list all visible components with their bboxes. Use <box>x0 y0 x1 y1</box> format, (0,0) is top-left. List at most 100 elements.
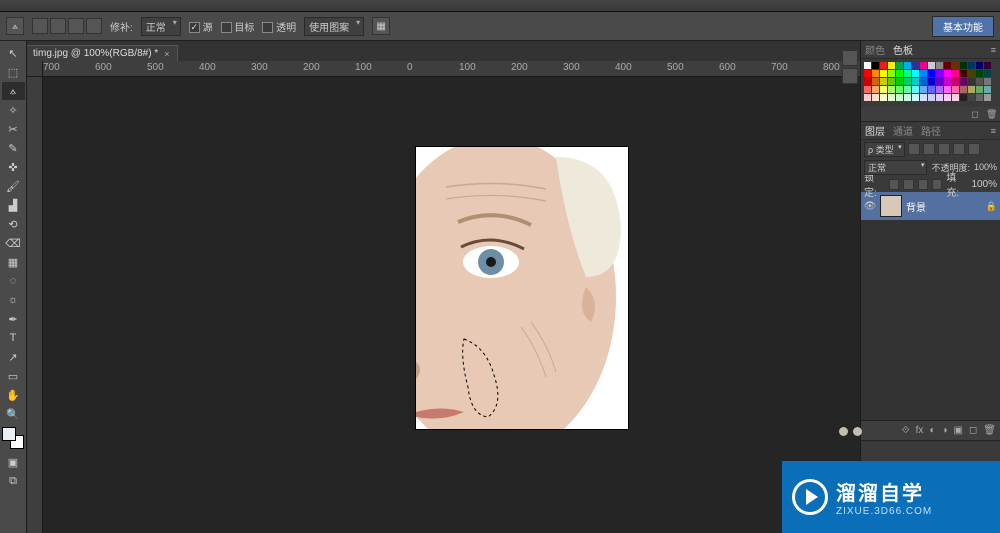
swatch-color[interactable] <box>952 86 959 93</box>
swatch-color[interactable] <box>968 94 975 101</box>
swatch-color[interactable] <box>864 86 871 93</box>
swatch-color[interactable] <box>960 70 967 77</box>
lock-all-icon[interactable] <box>932 179 942 190</box>
swatch-color[interactable] <box>920 70 927 77</box>
swatch-color[interactable] <box>928 78 935 85</box>
swatch-color[interactable] <box>984 70 991 77</box>
transparent-option[interactable]: 透明 <box>262 19 296 34</box>
layers-tab[interactable]: 图层 <box>865 123 885 138</box>
swatch-color[interactable] <box>936 70 943 77</box>
swatch-color[interactable] <box>936 62 943 69</box>
swatch-color[interactable] <box>976 86 983 93</box>
type-tool[interactable]: T <box>2 329 25 347</box>
shape-tool[interactable]: ▭ <box>2 367 25 385</box>
swatch-color[interactable] <box>976 62 983 69</box>
swatch-color[interactable] <box>920 78 927 85</box>
channels-tab[interactable]: 通道 <box>893 123 913 138</box>
swatch-color[interactable] <box>920 86 927 93</box>
swatch-color[interactable] <box>984 94 991 101</box>
swatch-color[interactable] <box>976 70 983 77</box>
swatch-color[interactable] <box>976 94 983 101</box>
eyedropper-tool[interactable]: ✎ <box>2 139 25 157</box>
swatch-color[interactable] <box>880 62 887 69</box>
swatch-color[interactable] <box>896 94 903 101</box>
new-fill-icon[interactable]: ◑ <box>941 425 947 436</box>
filter-adjust-icon[interactable] <box>923 143 935 155</box>
hand-tool[interactable]: ✋ <box>2 386 25 404</box>
selection-subtract-icon[interactable] <box>68 18 84 34</box>
layer-mask-icon[interactable]: ◐ <box>929 425 935 436</box>
swatch-color[interactable] <box>904 70 911 77</box>
filter-smart-icon[interactable] <box>968 143 980 155</box>
layer-thumbnail[interactable] <box>880 195 902 217</box>
swatch-color[interactable] <box>880 78 887 85</box>
swatch-color[interactable] <box>968 86 975 93</box>
swatch-color[interactable] <box>976 78 983 85</box>
swatch-color[interactable] <box>872 94 879 101</box>
swatch-color[interactable] <box>984 86 991 93</box>
eraser-tool[interactable]: ⌫ <box>2 234 25 252</box>
swatch-color[interactable] <box>880 86 887 93</box>
swatch-color[interactable] <box>912 78 919 85</box>
new-layer-icon[interactable]: ◻ <box>969 425 977 436</box>
panel-menu-icon[interactable]: ≡ <box>991 126 996 136</box>
swatch-color[interactable] <box>952 94 959 101</box>
swatch-color[interactable] <box>928 62 935 69</box>
swatch-color[interactable] <box>960 62 967 69</box>
swatch-color[interactable] <box>880 94 887 101</box>
quickmask-icon[interactable]: ▣ <box>2 453 25 471</box>
blend-mode-dropdown[interactable]: 正常 <box>864 160 927 175</box>
swatch-color[interactable] <box>928 94 935 101</box>
use-pattern-button[interactable]: 使用图案 <box>304 17 364 36</box>
lock-position-icon[interactable] <box>918 179 928 190</box>
swatch-color[interactable] <box>864 70 871 77</box>
swatch-color[interactable] <box>968 70 975 77</box>
swatch-color[interactable] <box>880 70 887 77</box>
dodge-tool[interactable]: ☼ <box>2 291 25 309</box>
swatch-color[interactable] <box>960 78 967 85</box>
swatch-color[interactable] <box>968 62 975 69</box>
ruler-origin[interactable] <box>27 61 43 77</box>
selection-new-icon[interactable] <box>32 18 48 34</box>
swatch-color[interactable] <box>984 62 991 69</box>
new-group-icon[interactable]: ▣ <box>954 425 963 436</box>
blur-tool[interactable]: ◌ <box>2 272 25 290</box>
filter-pixel-icon[interactable] <box>908 143 920 155</box>
lasso-tool[interactable]: ⟑ <box>2 82 25 100</box>
lock-transparent-icon[interactable] <box>889 179 899 190</box>
workspace-switcher-button[interactable]: 基本功能 <box>932 16 994 37</box>
layer-name[interactable]: 背景 <box>906 199 926 214</box>
layer-fx-icon[interactable]: fx <box>916 425 924 436</box>
fill-value[interactable]: 100% <box>971 179 997 190</box>
swatch-color[interactable] <box>888 86 895 93</box>
swatch-color[interactable] <box>912 70 919 77</box>
swatch-color[interactable] <box>912 62 919 69</box>
delete-layer-icon[interactable]: 🗑 <box>983 425 996 436</box>
swatch-color[interactable] <box>936 78 943 85</box>
screenmode-icon[interactable]: ⧉ <box>2 472 25 490</box>
swatch-color[interactable] <box>928 70 935 77</box>
source-option[interactable]: 源 <box>189 19 213 34</box>
stamp-tool[interactable]: ▟ <box>2 196 25 214</box>
crop-tool[interactable]: ✂ <box>2 120 25 138</box>
path-select-tool[interactable]: ↗ <box>2 348 25 366</box>
swatch-color[interactable] <box>960 86 967 93</box>
pattern-picker-icon[interactable]: ▦ <box>372 17 390 35</box>
foreground-color-swatch[interactable] <box>2 427 16 441</box>
document-tab[interactable]: timg.jpg @ 100%(RGB/8#) * × <box>24 45 178 61</box>
history-panel-icon[interactable] <box>842 50 858 66</box>
target-option[interactable]: 目标 <box>221 19 255 34</box>
patch-mode-dropdown[interactable]: 正常 <box>141 17 181 36</box>
paths-tab[interactable]: 路径 <box>921 123 941 138</box>
swatch-color[interactable] <box>904 78 911 85</box>
swatch-color[interactable] <box>864 78 871 85</box>
swatch-color[interactable] <box>952 70 959 77</box>
swatch-color[interactable] <box>936 86 943 93</box>
new-swatch-icon[interactable]: ◻ <box>970 109 980 119</box>
selection-intersect-icon[interactable] <box>86 18 102 34</box>
swatch-color[interactable] <box>944 78 951 85</box>
swatch-color[interactable] <box>944 70 951 77</box>
filter-kind-dropdown[interactable]: ρ 类型 <box>864 142 905 157</box>
swatch-color[interactable] <box>872 86 879 93</box>
swatch-color[interactable] <box>920 94 927 101</box>
